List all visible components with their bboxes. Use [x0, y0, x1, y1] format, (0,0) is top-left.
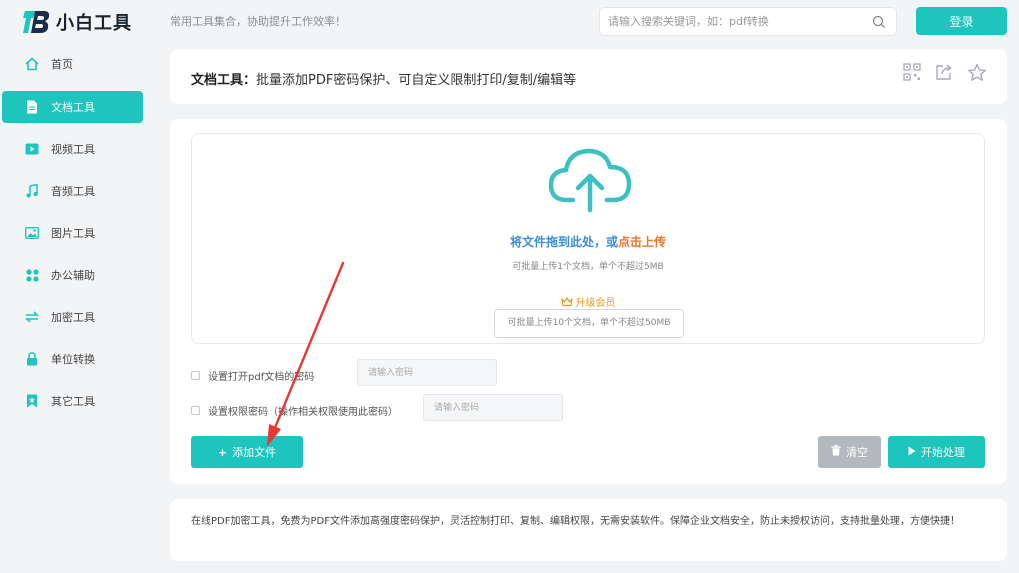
start-processing-label: 开始处理: [921, 446, 965, 459]
file-dropzone[interactable]: 将文件拖到此处，或点击上传 可批量上传1个文档，单个不超过5MB 升级会员 可批…: [191, 133, 985, 344]
image-icon: [24, 225, 40, 241]
sidebar-item-document-tools[interactable]: 文档工具: [2, 91, 143, 123]
document-icon: [24, 99, 40, 115]
open-password-checkbox[interactable]: [191, 371, 200, 380]
permission-password-checkbox[interactable]: [191, 406, 200, 415]
clear-label: 清空: [846, 446, 868, 459]
home-icon: [24, 56, 40, 72]
open-password-label: 设置打开pdf文档的密码: [208, 372, 315, 383]
bookmark-icon: [24, 393, 40, 409]
star-icon[interactable]: [967, 63, 987, 83]
open-password-option[interactable]: 设置打开pdf文档的密码: [191, 368, 314, 383]
drop-instruction: 将文件拖到此处，或点击上传: [192, 233, 984, 250]
sidebar-item-label: 加密工具: [51, 311, 95, 324]
crown-icon: [560, 297, 576, 309]
login-button[interactable]: 登录: [916, 7, 1007, 35]
add-file-label: 添加文件: [232, 446, 277, 459]
swap-icon: [24, 309, 40, 325]
site-logo[interactable]: 小白工具: [22, 7, 132, 37]
start-processing-button[interactable]: 开始处理: [888, 436, 985, 468]
sidebar-item-office-tools[interactable]: 办公辅助: [2, 259, 143, 291]
sidebar-item-label: 首页: [51, 58, 73, 71]
tool-category: 文档工具：: [191, 73, 257, 88]
upgrade-vip-link[interactable]: 升级会员: [192, 294, 984, 309]
sidebar-item-home[interactable]: 首页: [2, 48, 143, 80]
sidebar-item-label: 单位转换: [51, 353, 95, 366]
plus-icon: +: [217, 445, 228, 459]
search-input[interactable]: [600, 8, 850, 35]
lock-icon: [24, 351, 40, 367]
logo-text: 小白工具: [56, 13, 132, 34]
sidebar-item-label: 文档工具: [51, 101, 95, 114]
tool-title: 批量添加PDF密码保护、可自定义限制打印/复制/编辑等: [256, 73, 577, 88]
music-icon: [24, 183, 40, 199]
play-icon: [908, 446, 916, 459]
clear-button[interactable]: 清空: [818, 436, 881, 468]
search-box: [599, 7, 897, 36]
logo-mark-icon: [22, 7, 52, 37]
share-icon[interactable]: [935, 63, 955, 83]
vip-limit-text: 可批量上传10个文档，单个不超过50MB: [494, 309, 684, 338]
title-actions: [903, 63, 987, 83]
permission-password-label: 设置权限密码（操作相关权限使用此密码）: [208, 407, 398, 418]
description-card: 在线PDF加密工具，免费为PDF文件添加高强度密码保护，灵活控制打印、复制、编辑…: [170, 499, 1007, 561]
open-password-input[interactable]: [357, 359, 497, 386]
search-icon[interactable]: [872, 14, 886, 28]
tool-description: 在线PDF加密工具，免费为PDF文件添加高强度密码保护，灵活控制打印、复制、编辑…: [191, 516, 960, 527]
sidebar-item-other-tools[interactable]: 其它工具: [2, 385, 143, 417]
cloud-upload-icon: [547, 146, 633, 214]
page-title: 文档工具：批量添加PDF密码保护、可自定义限制打印/复制/编辑等: [191, 69, 576, 88]
upload-limit-text: 可批量上传1个文档，单个不超过5MB: [512, 262, 664, 272]
trash-icon: [831, 445, 841, 459]
click-upload-link[interactable]: 点击上传: [618, 235, 666, 249]
add-file-button[interactable]: + 添加文件: [191, 436, 303, 468]
sidebar-item-label: 视频工具: [51, 143, 95, 156]
qrcode-icon[interactable]: [903, 63, 923, 83]
sidebar-item-video-tools[interactable]: 视频工具: [2, 133, 143, 165]
permission-password-option[interactable]: 设置权限密码（操作相关权限使用此密码）: [191, 403, 398, 418]
drop-text: 将文件拖到此处，或: [509, 235, 618, 249]
sidebar-item-unit-conversion[interactable]: 单位转换: [2, 343, 143, 375]
tool-title-card: 文档工具：批量添加PDF密码保护、可自定义限制打印/复制/编辑等: [170, 49, 1007, 104]
sidebar-item-audio-tools[interactable]: 音频工具: [2, 175, 143, 207]
sidebar-item-label: 音频工具: [51, 185, 95, 198]
sidebar-item-encryption-tools[interactable]: 加密工具: [2, 301, 143, 333]
upgrade-vip-label: 升级会员: [575, 298, 616, 309]
permission-password-input[interactable]: [423, 394, 563, 421]
video-icon: [24, 141, 40, 157]
upload-card: 将文件拖到此处，或点击上传 可批量上传1个文档，单个不超过5MB 升级会员 可批…: [170, 119, 1007, 484]
sidebar-item-label: 其它工具: [51, 395, 95, 408]
sidebar-item-image-tools[interactable]: 图片工具: [2, 217, 143, 249]
grid-icon: [24, 267, 40, 283]
sidebar-item-label: 办公辅助: [51, 269, 95, 282]
sidebar-item-label: 图片工具: [51, 227, 95, 240]
site-slogan: 常用工具集合，协助提升工作效率！: [170, 15, 346, 28]
